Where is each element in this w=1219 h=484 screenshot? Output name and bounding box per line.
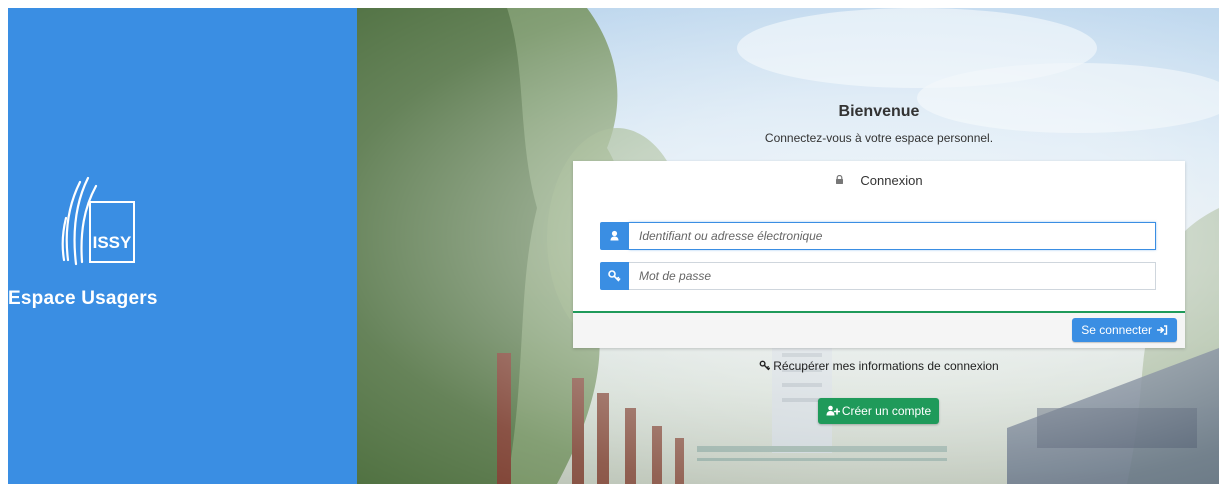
user-addon <box>600 222 629 250</box>
login-page: ISSY Espace Usagers Bienvenue Connectez-… <box>8 8 1219 484</box>
create-account-label: Créer un compte <box>841 404 932 418</box>
login-card-header: Connexion <box>573 161 1185 201</box>
login-card: Connexion Se connecter <box>573 161 1185 348</box>
username-field <box>600 222 1156 250</box>
user-icon <box>610 230 619 241</box>
login-card-footer: Se connecter <box>573 311 1185 348</box>
key-icon <box>608 270 621 282</box>
key-icon <box>759 360 771 371</box>
key-addon <box>600 262 629 290</box>
recover-credentials-link[interactable]: Récupérer mes informations de connexion <box>573 359 1185 373</box>
welcome-title: Bienvenue <box>838 103 920 120</box>
lock-icon <box>836 175 844 185</box>
login-button-label: Se connecter <box>1081 323 1152 337</box>
user-plus-icon <box>826 406 841 416</box>
password-input[interactable] <box>629 262 1156 290</box>
password-field <box>600 262 1156 290</box>
login-button[interactable]: Se connecter <box>1072 318 1177 342</box>
create-account-button[interactable]: Créer un compte <box>818 398 939 424</box>
svg-text:ISSY: ISSY <box>93 233 132 252</box>
recover-link-label: Récupérer mes informations de connexion <box>773 359 999 373</box>
username-input[interactable] <box>629 222 1156 250</box>
sign-in-icon <box>1156 325 1168 335</box>
brand-panel: ISSY Espace Usagers <box>8 8 357 484</box>
welcome-subtitle: Connectez-vous à votre espace personnel. <box>764 131 994 145</box>
brand-title: Espace Usagers <box>8 288 158 309</box>
login-card-title: Connexion <box>860 173 923 188</box>
issy-logo: ISSY <box>61 176 135 266</box>
